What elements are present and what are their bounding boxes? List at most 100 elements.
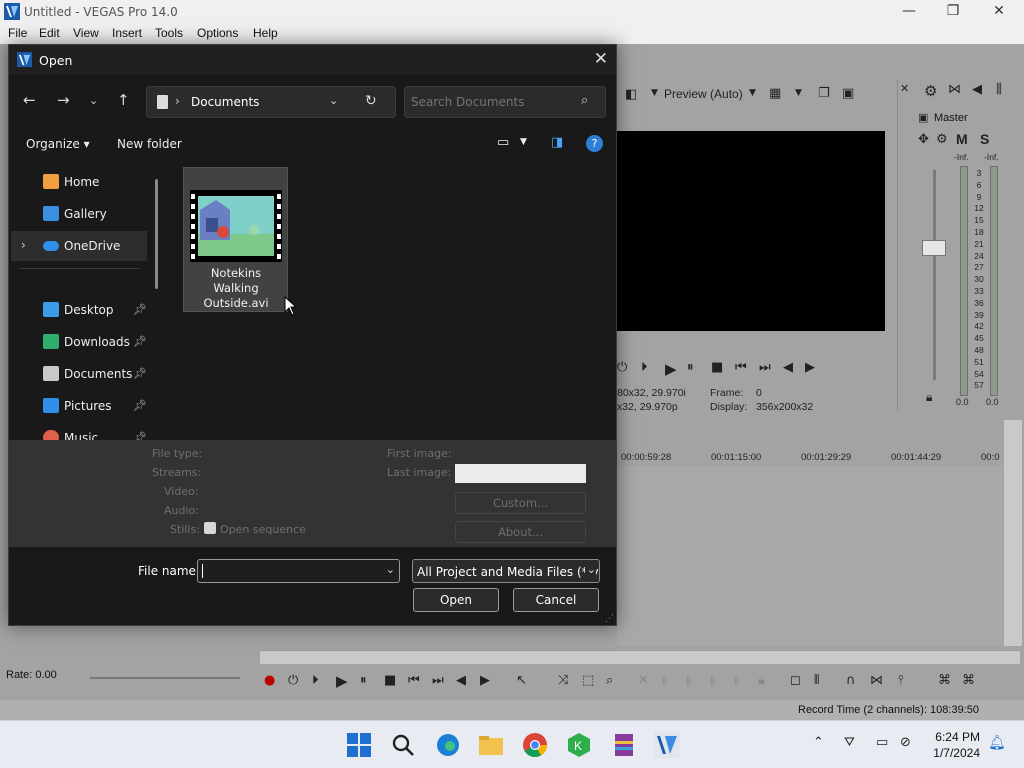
loop-icon[interactable]: ⏻ [617,360,627,375]
play-icon[interactable]: ▶ [336,672,348,690]
nav-item-documents[interactable]: Documents 📌︎ [11,359,147,389]
trim-end-icon[interactable]: ⫳ [710,673,715,688]
trim-icon[interactable]: ⫲ [662,673,666,688]
rate-slider[interactable] [90,677,240,679]
nav-item-onedrive[interactable]: › OneDrive [11,231,147,261]
menu-view[interactable]: View [73,26,99,40]
chevron-down-icon[interactable]: ⌄ [386,563,395,576]
lock-envelopes-icon[interactable]: ⌘ [938,673,951,688]
maximize-button[interactable]: ❐ [930,0,976,24]
chevron-up-icon[interactable]: ⌃ [813,735,824,750]
timeline-vertical-scrollbar[interactable] [1004,420,1022,646]
clock[interactable]: 6:24 PM 1/7/2024 [933,729,980,761]
pin-icon[interactable]: 📌︎ [133,303,147,316]
pin-icon[interactable]: 📌︎ [133,367,147,380]
menu-tools[interactable]: Tools [155,26,183,40]
speaker-icon[interactable]: ◀ [972,82,982,97]
split-icon[interactable]: ⫲ [734,673,738,688]
go-to-start-icon[interactable]: ⏮ [735,360,747,375]
auto-ripple-icon[interactable]: ⫯ [898,673,904,688]
custom-button[interactable]: Custom... [455,492,586,514]
timeline-ruler[interactable]: 00:00:59:28 00:01:15:00 00:01:29:29 00:0… [617,446,1003,466]
new-folder-button[interactable]: New folder [117,137,182,151]
up-folder-icon[interactable]: ↑ [117,91,130,109]
mute-button[interactable]: M [956,131,968,147]
pin-icon[interactable]: 📌︎ [133,335,147,348]
pin-icon[interactable]: 📌︎ [133,431,147,440]
chevron-down-icon[interactable]: ▼ [520,137,527,147]
stop-icon[interactable]: ■ [384,673,396,688]
master-fader[interactable] [922,240,946,256]
chevron-down-icon[interactable]: ▼ [795,88,802,98]
pin-icon[interactable]: 📌︎ [133,399,147,412]
nav-item-desktop[interactable]: Desktop 📌︎ [11,295,147,325]
nav-item-gallery[interactable]: Gallery [11,199,147,229]
network-icon[interactable]: ⛛ [844,735,855,750]
master-checkbox-icon[interactable]: ▣ [918,111,928,124]
ignore-grouping-icon[interactable]: ⌘ [962,673,975,688]
menu-options[interactable]: Options [197,26,238,40]
nav-item-downloads[interactable]: Downloads 📌︎ [11,327,147,357]
chevron-down-icon[interactable]: ⌄ [329,94,338,107]
pause-icon[interactable]: ⏸ [687,360,694,375]
fx-icon[interactable]: ⚙ [936,132,948,147]
channel-icon[interactable]: ⫼ [996,82,1002,97]
nav-scrollbar[interactable] [155,179,158,289]
refresh-icon[interactable]: ↻ [365,93,377,109]
minimize-button[interactable]: — [886,0,932,24]
record-icon[interactable]: ● [264,673,275,688]
timeline-horizontal-scrollbar[interactable] [260,650,1020,664]
back-icon[interactable]: ← [23,91,36,109]
open-button[interactable]: Open [413,588,499,612]
trim-start-icon[interactable]: ⫳ [686,673,691,688]
search-icon[interactable] [389,731,417,759]
timeline-tracks[interactable] [617,466,1003,646]
copy-snapshot-icon[interactable]: ❐ [818,86,830,101]
menu-help[interactable]: Help [253,26,278,40]
lock-icon[interactable]: 🔒︎ [926,390,932,405]
snapping-icon[interactable]: ∩ [846,673,856,688]
previous-frame-icon[interactable]: ◀ [783,360,793,375]
go-to-end-icon[interactable]: ⏭ [432,673,444,688]
forward-icon[interactable]: → [57,91,70,109]
file-name-field[interactable]: ⌄ [197,559,400,583]
nav-item-pictures[interactable]: Pictures 📌︎ [11,391,147,421]
play-from-start-icon[interactable]: ⏵ [641,360,648,375]
close-dialog-button[interactable]: ✕ [594,49,608,69]
stop-icon[interactable]: ■ [711,360,723,375]
envelope-tool-icon[interactable]: ⤨ [558,673,568,688]
lock-event-icon[interactable]: 🔒︎ [758,673,765,688]
pause-icon[interactable]: ⏸ [360,673,367,688]
zoom-tool-icon[interactable]: ⌕ [606,673,613,688]
file-explorer-icon[interactable] [477,731,505,759]
go-to-end-icon[interactable]: ⏭ [759,360,771,375]
marker-icon[interactable]: ◻ [790,673,801,688]
play-from-start-icon[interactable]: ⏵ [312,673,319,688]
solo-button[interactable]: S [980,131,989,147]
display-icon[interactable]: ▭ [876,735,888,750]
last-image-field[interactable] [455,464,586,483]
close-pane-icon[interactable]: ✕ [900,82,909,95]
next-frame-icon[interactable]: ▶ [480,673,490,688]
next-frame-icon[interactable]: ▶ [805,360,815,375]
recent-locations-icon[interactable]: ⌄ [89,94,98,107]
notification-bell-icon[interactable]: 🔔︎ [988,735,1006,751]
menu-file[interactable]: File [8,26,27,40]
delete-icon[interactable]: ✕ [638,673,649,688]
region-icon[interactable]: ⫴ [814,673,819,688]
winrar-icon[interactable] [610,731,638,759]
about-button[interactable]: About... [455,521,586,543]
address-bar[interactable]: › Documents ⌄ ↻ [146,86,396,118]
chevron-right-icon[interactable]: › [21,238,26,252]
chrome-icon[interactable] [521,731,549,759]
search-box[interactable]: ⌕ [404,86,606,118]
downmix-icon[interactable]: ⋈ [948,82,961,97]
chevron-down-icon[interactable]: ▼ [651,88,658,98]
help-icon[interactable]: ? [586,135,603,152]
preview-quality[interactable]: Preview (Auto) [664,87,743,101]
vegas-taskbar-icon[interactable] [653,731,681,759]
previous-frame-icon[interactable]: ◀ [456,673,466,688]
loop-playback-icon[interactable]: ⏻ [288,673,298,688]
windows-start-icon[interactable] [345,731,373,759]
cancel-button[interactable]: Cancel [513,588,599,612]
